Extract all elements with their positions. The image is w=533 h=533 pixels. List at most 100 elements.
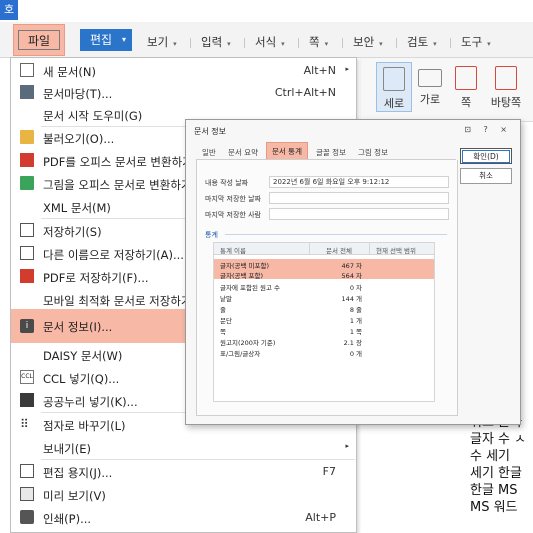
kogl-icon [20,393,34,407]
orientation-landscape-label: 가로 [419,93,441,106]
menu-item-templates[interactable]: 문서마당(T)... Ctrl+Alt+N [11,81,356,104]
menu-item-send[interactable]: 보내기(E) ▸ [11,436,356,459]
table-row: 글자(공백 포함) 564 자 [214,269,434,280]
menu-item-label: 공공누리 넣기(K)... [43,395,138,409]
menu-item-label: 새 문서(N) [43,65,96,79]
tab-summary[interactable]: 문서 요약 [228,147,258,158]
new-doc-icon [20,63,34,77]
menu-item-label: PDF로 저장하기(F)... [43,271,149,285]
tab-font-info[interactable]: 글꼴 정보 [316,147,346,158]
tab-image-info[interactable]: 그림 정보 [358,147,388,158]
doc-line: 한글 MS [470,483,518,498]
chevron-down-icon: ▾ [324,40,329,48]
menu-page-label: 쪽 [309,35,320,49]
menu-edit-label: 편집 [90,33,113,47]
master-page-button[interactable]: 바탕쪽 [484,62,528,112]
menu-tools[interactable]: 도구 ▾ [461,34,491,50]
open-folder-icon [20,130,34,144]
save-as-icon [20,246,34,260]
menu-view[interactable]: 보기 ▾ [147,34,177,50]
stats-table-header: 통계 이름 문서 전체 현재 선택 범위 [214,243,434,255]
preview-icon [20,487,34,501]
document-info-dialog: 문서 정보 ⊡ ? × 일반 문서 요약 문서 통계 글꼴 정보 그림 정보 내… [185,119,521,425]
title-strip: 호 [0,0,533,22]
stat-name: 낱말 [220,295,232,303]
field-last-saved-label: 마지막 저장한 날짜 [205,195,261,203]
menu-insert[interactable]: 입력 ▾ [201,34,231,50]
stat-name: 문단 [220,317,232,325]
stat-name: 글자(공백 포함) [220,272,264,280]
landscape-page-icon [418,69,442,87]
column-header: 통계 이름 [220,247,246,255]
menu-edit[interactable]: 편집 ▾ [80,29,132,51]
chevron-down-icon: ▾ [487,40,491,48]
menu-divider [396,38,397,48]
dialog-title: 문서 정보 [194,127,226,136]
menu-page[interactable]: 쪽 ▾ [309,34,328,50]
master-page-label: 바탕쪽 [490,96,522,109]
table-row: 쪽 1 쪽 [214,325,434,336]
stats-heading-rule [225,234,447,235]
template-icon [20,85,34,99]
menu-file-label: 파일 [27,34,51,48]
menu-item-page-setup[interactable]: 편집 용지(J)... F7 [11,460,356,483]
doc-line: 세기 한글 [470,466,522,481]
image-convert-icon [20,176,34,190]
chevron-down-icon: ▾ [227,40,231,48]
column-divider [309,243,310,255]
ok-button[interactable]: 확인(D) [460,148,512,164]
stat-value: 564 자 [341,272,362,280]
menu-tools-label: 도구 [461,35,483,49]
column-divider [369,243,370,255]
page-margin-button[interactable]: 쪽 [448,62,484,112]
menu-item-label: CCL 넣기(Q)... [43,372,120,386]
menu-item-label: 다른 이름으로 저장하기(A)... [43,248,184,262]
column-header: 현재 선택 범위 [376,247,417,255]
menu-item-label: 문서마당(T)... [43,87,113,101]
ribbon-page-layout: 세로 가로 쪽 바탕쪽 [360,58,533,122]
stat-name: 원고지(200자 기준) [220,339,276,347]
field-last-saved-by-value [269,208,449,220]
menu-format[interactable]: 서식 ▾ [255,34,285,50]
dialog-window-controls[interactable]: ⊡ ? × [464,125,512,134]
stats-heading: 통계 [205,231,218,239]
stat-name: 쪽 [220,328,226,336]
table-row: 표/그림/글상자 0 개 [214,347,434,358]
menu-item-print[interactable]: 인쇄(P)... Alt+P [11,506,356,529]
page-margin-icon [455,66,477,90]
stat-value: 0 개 [349,350,362,358]
table-row: 줄 8 줄 [214,303,434,314]
menu-divider [244,38,245,48]
cancel-button[interactable]: 취소 [460,168,512,184]
menu-item-label: 점자로 바꾸기(L) [43,419,126,433]
table-row: 원고지(200자 기준) 2.1 장 [214,336,434,347]
page-margin-label: 쪽 [460,96,472,109]
menu-security[interactable]: 보안 ▾ [353,34,383,50]
menu-review[interactable]: 검토 ▾ [407,34,437,50]
stats-table: 통계 이름 문서 전체 현재 선택 범위 글자(공백 미포함) 467 자 글자… [213,242,435,402]
menu-item-shortcut: Alt+N [303,64,336,77]
menubar: 파일 편집 ▾ 보기 ▾ 입력 ▾ 서식 ▾ 쪽 ▾ 보안 ▾ 검토 ▾ 도구 ▾ [0,22,533,58]
menu-file[interactable]: 파일 [13,24,65,56]
tab-general[interactable]: 일반 [202,147,216,158]
menu-item-preview[interactable]: 미리 보기(V) [11,483,356,506]
orientation-portrait-label: 세로 [383,97,405,110]
table-row: 글자에 포함된 원고 수 0 자 [214,281,434,292]
orientation-landscape-button[interactable]: 가로 [412,62,448,112]
chevron-down-icon: ▾ [281,40,285,48]
table-row: 문단 1 개 [214,314,434,325]
save-icon [20,223,34,237]
table-row: 글자(공백 미포함) 467 자 [214,259,434,270]
pdf-convert-icon [20,153,34,167]
ok-button-label: 확인(D) [462,150,510,163]
chevron-down-icon: ▾ [173,40,177,48]
orientation-portrait-button[interactable]: 세로 [376,62,412,112]
doc-line: MS 워드 [470,500,518,515]
menu-view-label: 보기 [147,35,169,49]
menu-item-label: 미리 보기(V) [43,489,106,503]
menu-item-shortcut: Alt+P [305,511,336,524]
stat-name: 글자에 포함된 원고 수 [220,284,281,292]
menu-item-label: 저장하기(S) [43,225,102,239]
stat-value: 8 줄 [349,306,362,314]
menu-item-new-document[interactable]: 새 문서(N) Alt+N ▸ [11,59,356,82]
